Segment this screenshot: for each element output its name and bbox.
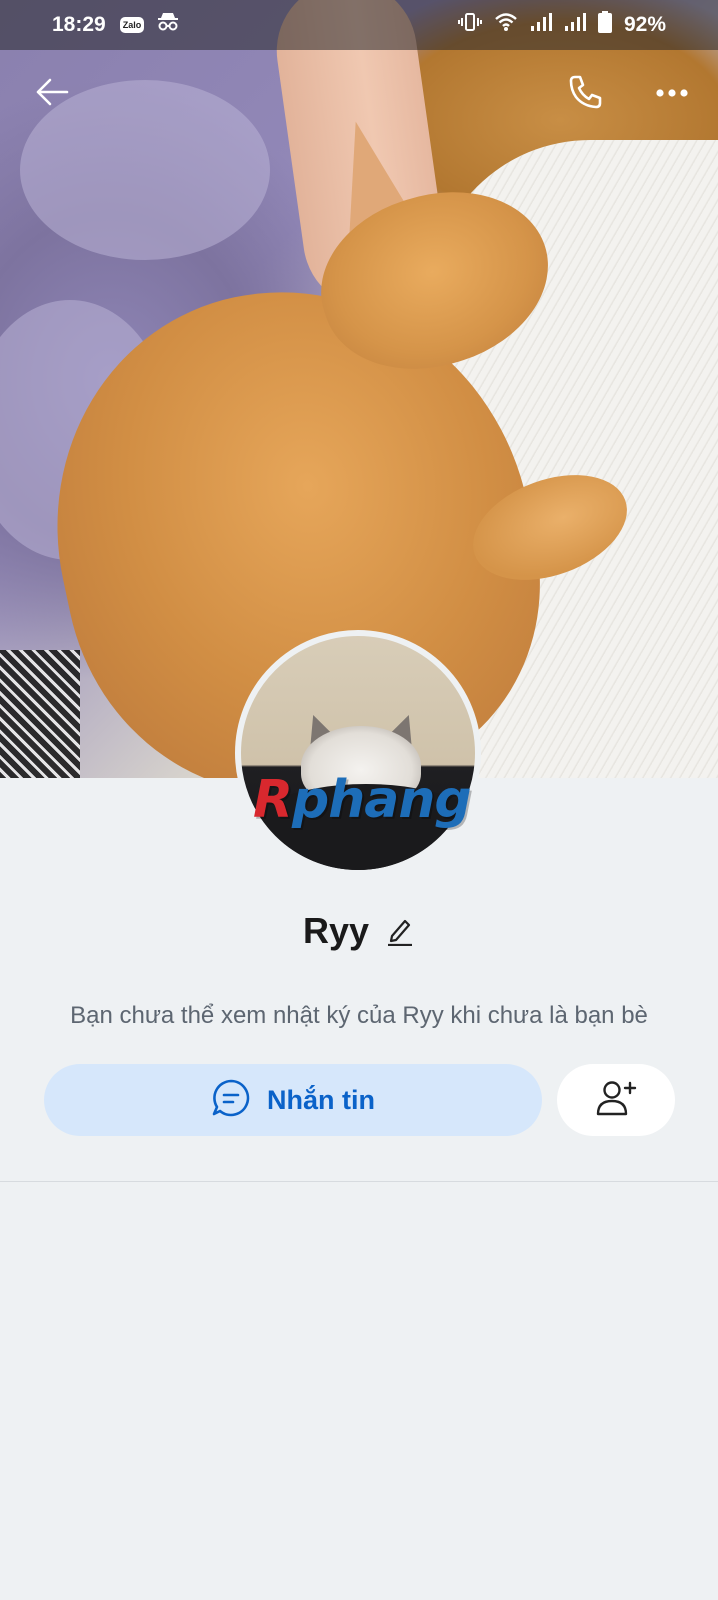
section-divider [0, 1181, 718, 1182]
wifi-icon [494, 12, 518, 38]
profile-avatar[interactable] [235, 630, 481, 876]
incognito-icon [156, 12, 180, 38]
arrow-left-icon [34, 77, 70, 112]
back-button[interactable] [22, 64, 82, 124]
status-right-icons: 92% [457, 11, 666, 39]
phone-icon [567, 73, 605, 116]
status-bar: 18:29 Zalo 92% [0, 0, 718, 50]
call-button[interactable] [556, 64, 616, 124]
more-options-button[interactable] [642, 64, 702, 124]
watermark-first-letter: R [253, 770, 293, 830]
battery-percent: 92% [623, 13, 666, 36]
zalo-notification-icon: Zalo [119, 17, 145, 33]
pencil-icon[interactable] [385, 916, 415, 946]
add-user-icon [595, 1079, 637, 1122]
diary-privacy-notice: Bạn chưa thể xem nhật ký của Ryy khi chư… [70, 1002, 648, 1029]
send-message-button[interactable]: Nhắn tin [44, 1064, 542, 1136]
signal-icon [530, 12, 552, 38]
send-message-label: Nhắn tin [267, 1084, 375, 1115]
profile-name-row: Ryy [0, 910, 718, 952]
more-horizontal-icon [655, 85, 689, 103]
vibrate-icon [457, 12, 482, 38]
cover-plaid [0, 650, 80, 778]
watermark-rest: phang [292, 770, 472, 830]
status-left-icons: Zalo [119, 12, 181, 38]
signal-icon [564, 12, 586, 38]
profile-top-bar [0, 50, 718, 140]
status-time: 18:29 [52, 13, 106, 36]
add-friend-button[interactable] [557, 1064, 675, 1136]
profile-name: Ryy [302, 910, 370, 951]
watermark-logo: Rphang [253, 770, 472, 830]
chat-bubble-icon [211, 1078, 251, 1123]
battery-icon [597, 11, 612, 39]
